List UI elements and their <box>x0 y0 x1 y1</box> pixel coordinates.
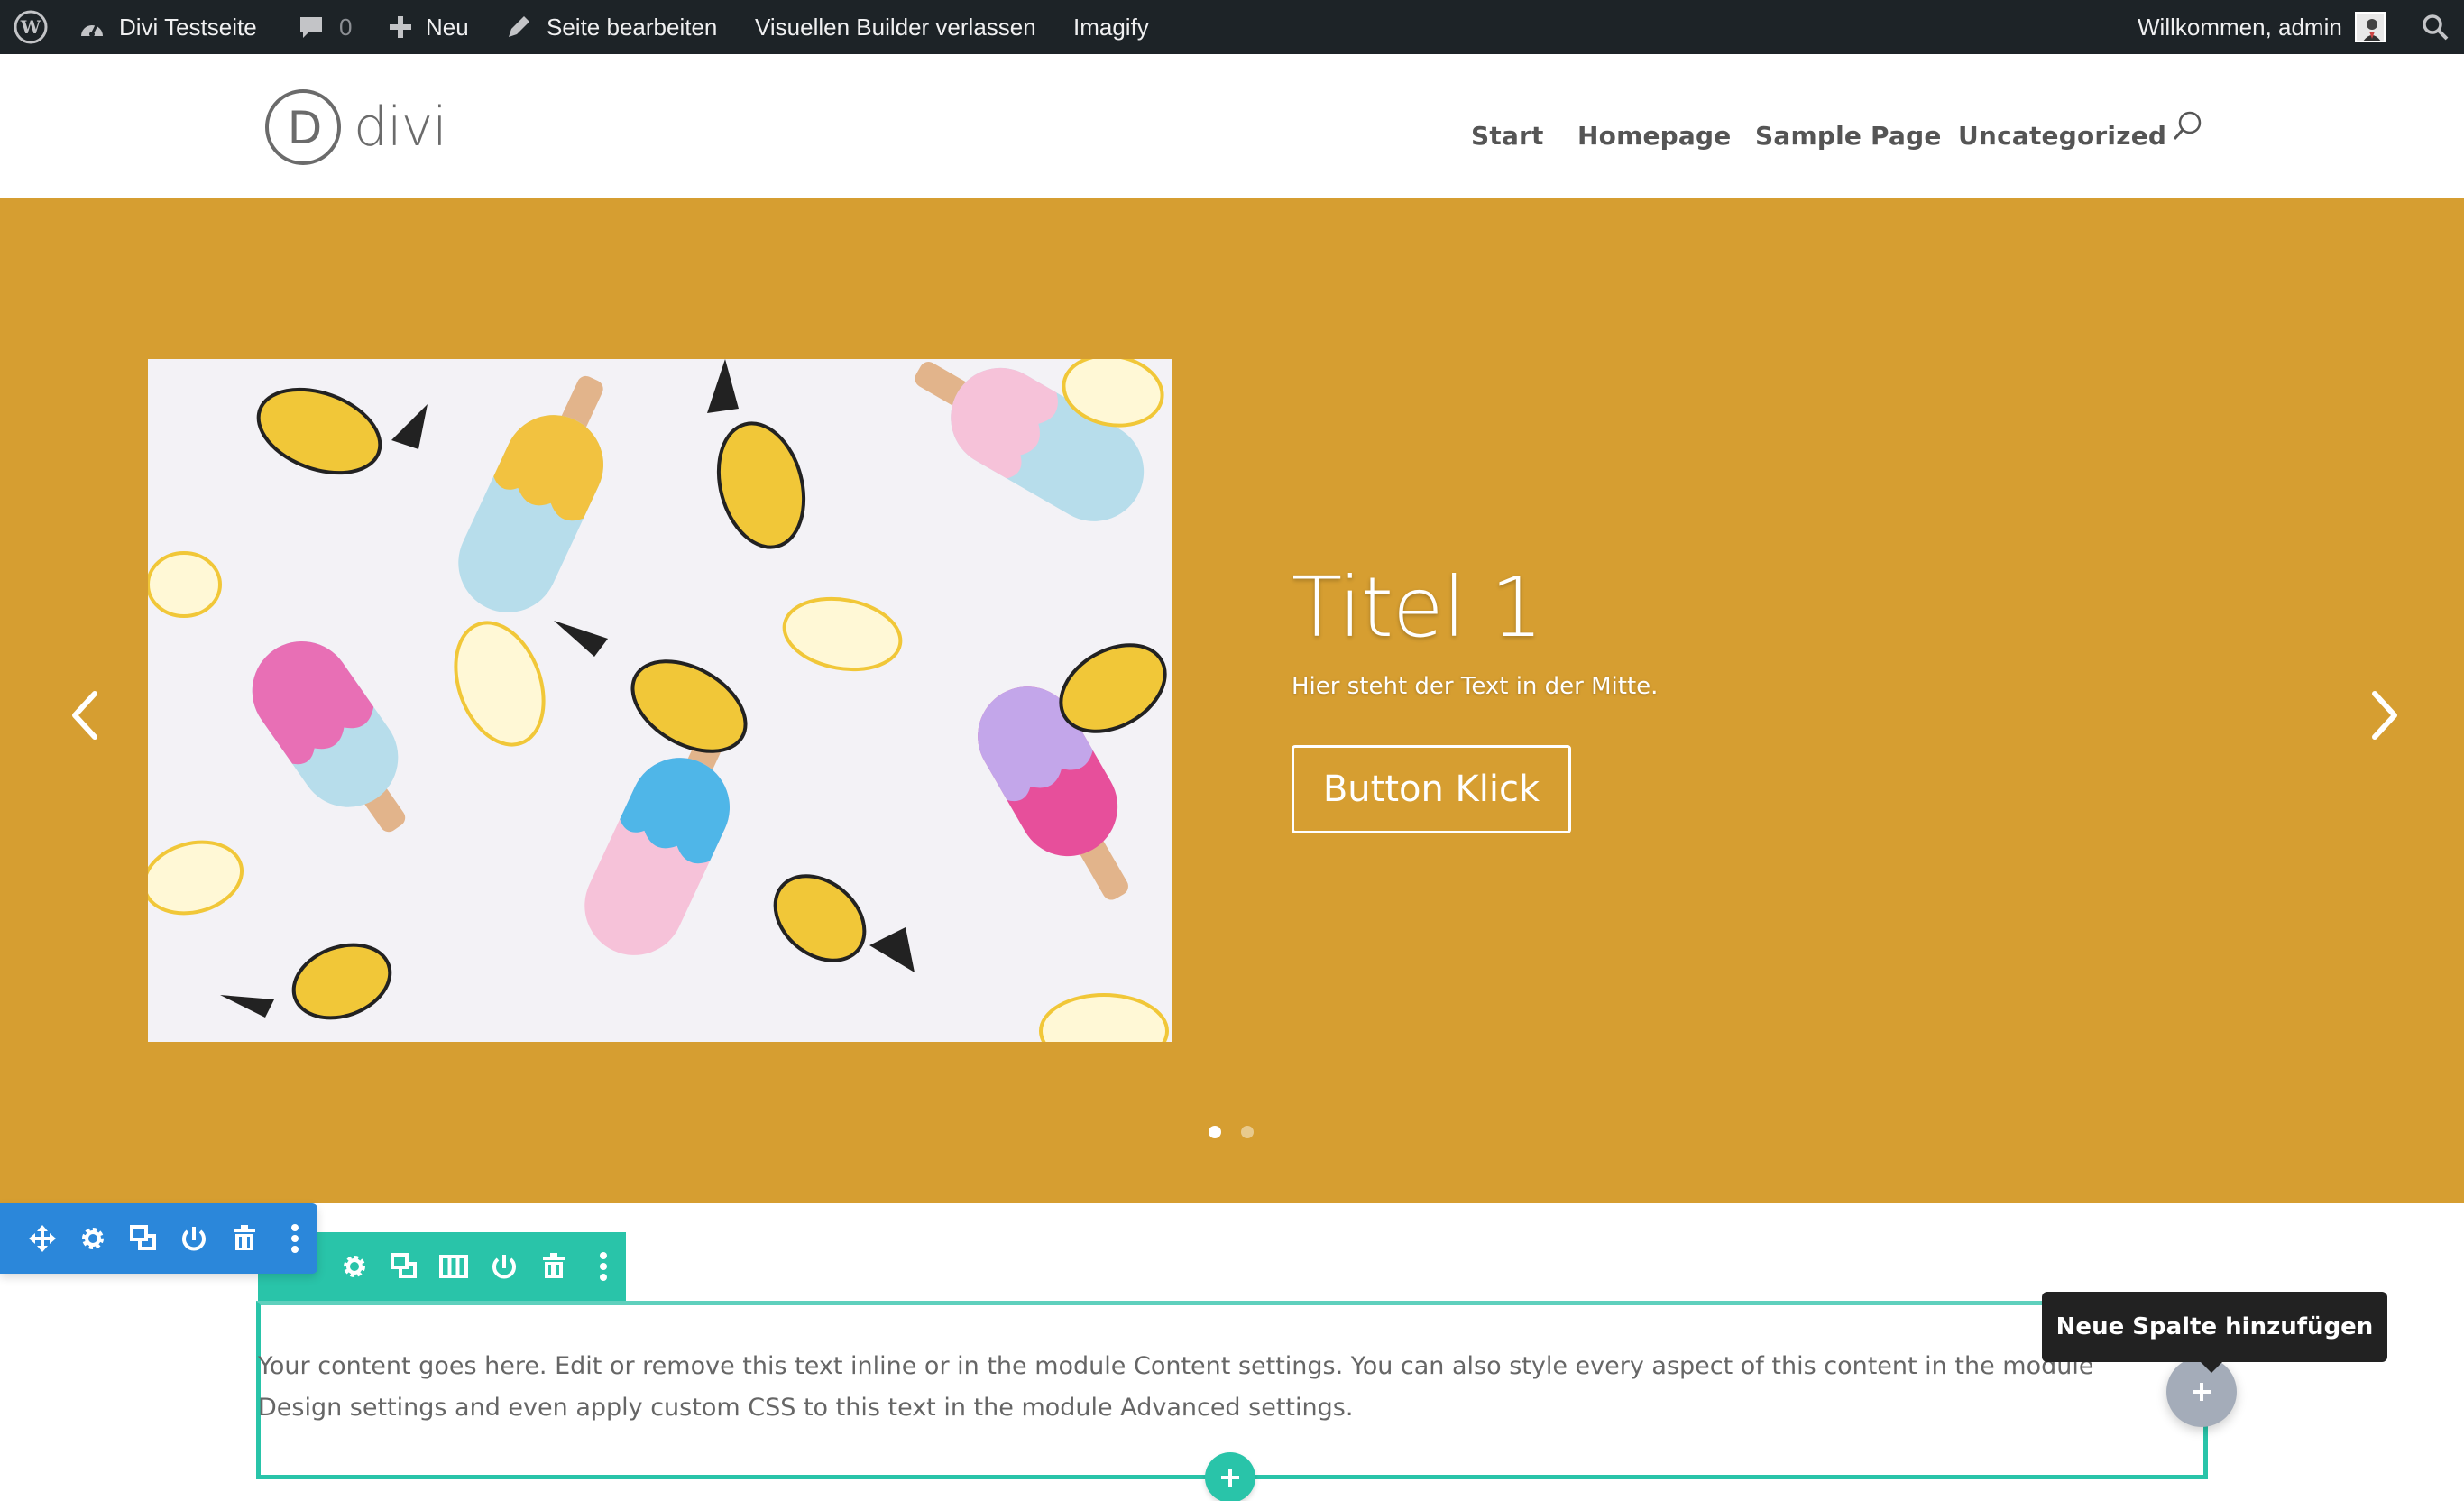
site-name: Divi Testseite <box>119 13 257 41</box>
exit-builder-label: Visuellen Builder verlassen <box>755 13 1036 41</box>
add-module-button[interactable] <box>1205 1452 1255 1501</box>
row-more-options-icon[interactable] <box>582 1244 626 1289</box>
dashboard-icon <box>78 14 106 40</box>
site-name-link[interactable]: Divi Testseite <box>78 0 257 54</box>
new-label: Neu <box>426 13 469 41</box>
nav-start[interactable]: Start <box>1471 108 1544 162</box>
comment-icon <box>298 14 325 41</box>
edit-page-link[interactable]: Seite bearbeiten <box>505 0 717 54</box>
pencil-icon <box>505 14 532 41</box>
row-trash-icon[interactable] <box>531 1244 575 1289</box>
site-logo[interactable]: D divi <box>263 87 447 167</box>
nav-homepage[interactable]: Homepage <box>1577 108 1731 162</box>
add-module-plus-icon <box>1221 1469 1239 1487</box>
row-gear-icon[interactable] <box>332 1244 376 1289</box>
site-header: D divi Start Homepage Sample Page Uncate… <box>0 54 2464 198</box>
wp-admin-bar: W Divi Testseite 0 Neu Seite bearbeiten … <box>0 0 2464 54</box>
nav-uncategorized[interactable]: Uncategorized <box>1958 108 2166 162</box>
imagify-link[interactable]: Imagify <box>1073 0 1149 54</box>
welcome-label: Willkommen, admin <box>2138 13 2342 41</box>
gear-icon[interactable] <box>70 1216 115 1261</box>
columns-icon[interactable] <box>432 1244 476 1289</box>
avatar <box>2354 12 2386 42</box>
slider-dot-1[interactable] <box>1209 1126 1221 1138</box>
plus-icon <box>388 14 413 40</box>
slide-cta-button[interactable]: Button Klick <box>1292 745 1571 833</box>
row-save-icon[interactable] <box>482 1244 526 1289</box>
edit-page-label: Seite bearbeiten <box>547 13 718 41</box>
slide-title: Titel 1 <box>1292 559 1543 656</box>
logo-text: divi <box>354 96 447 159</box>
wordpress-logo-icon[interactable]: W <box>13 0 49 54</box>
add-column-plus-icon <box>2193 1383 2211 1401</box>
exit-builder-link[interactable]: Visuellen Builder verlassen <box>755 0 1036 54</box>
slide-description: Hier steht der Text in der Mitte. <box>1292 673 1659 700</box>
add-column-tooltip: Neue Spalte hinzufügen <box>2042 1292 2387 1362</box>
search-icon[interactable] <box>2170 108 2206 144</box>
comments-count: 0 <box>339 13 353 41</box>
move-icon[interactable] <box>20 1216 65 1261</box>
logo-circle-icon: D <box>265 89 341 165</box>
imagify-label: Imagify <box>1073 13 1149 41</box>
fullwidth-slider: Titel 1 Hier steht der Text in der Mitte… <box>0 198 2464 1203</box>
section-settings-toolbar <box>0 1203 317 1274</box>
duplicate-icon[interactable] <box>121 1216 166 1261</box>
nav-sample-page[interactable]: Sample Page <box>1755 108 1942 162</box>
trash-icon[interactable] <box>222 1216 267 1261</box>
slider-dot-2[interactable] <box>1241 1126 1254 1138</box>
slider-next-arrow-icon[interactable] <box>2358 675 2412 756</box>
row-duplicate-icon[interactable] <box>382 1244 426 1289</box>
my-account-link[interactable]: Willkommen, admin <box>2138 0 2386 54</box>
slider-prev-arrow-icon[interactable] <box>58 675 112 756</box>
text-module-content[interactable]: Your content goes here. Edit or remove t… <box>258 1346 2170 1429</box>
svg-text:W: W <box>20 16 41 38</box>
slide-image <box>148 359 1172 1042</box>
new-content-link[interactable]: Neu <box>388 0 469 54</box>
logo-letter: D <box>288 102 323 154</box>
admin-search-icon[interactable] <box>2421 0 2450 54</box>
save-icon[interactable] <box>171 1216 216 1261</box>
tooltip-arrow <box>2199 1360 2224 1373</box>
more-options-icon[interactable] <box>272 1216 317 1261</box>
comments-link[interactable]: 0 <box>298 0 352 54</box>
